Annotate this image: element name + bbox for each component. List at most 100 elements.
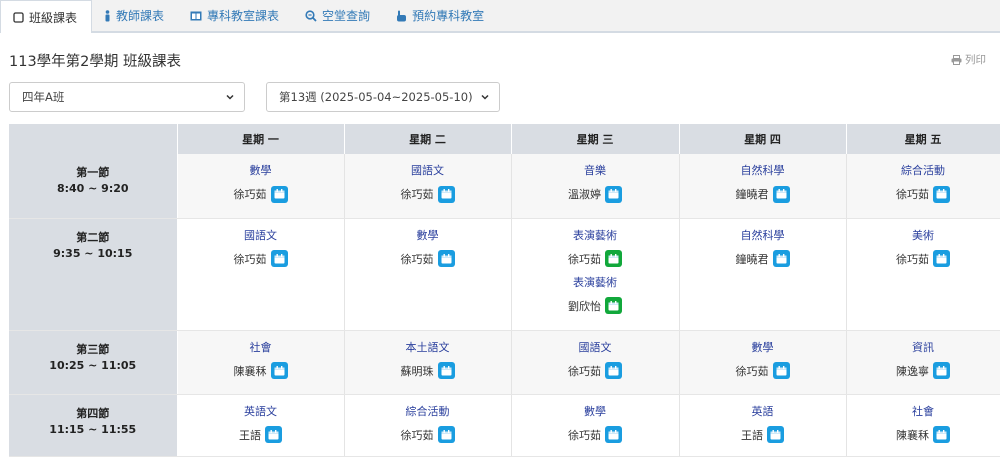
timetable-cell: 美術 徐巧茹 <box>846 218 1000 331</box>
subject-name: 數學 <box>416 228 439 242</box>
calendar-icon[interactable] <box>437 362 455 379</box>
teacher-name: 溫淑婷 <box>568 188 601 201</box>
subject-name: 綜合活動 <box>901 164 945 177</box>
tab-teacher-timetable[interactable]: 教師課表 <box>92 0 178 31</box>
teacher-name: 徐巧茹 <box>735 364 769 378</box>
tab-label: 專科教室課表 <box>207 9 280 23</box>
teacher-name: 徐巧茹 <box>400 428 434 442</box>
teacher-name: 徐巧茹 <box>568 428 601 442</box>
calendar-icon[interactable] <box>767 426 784 443</box>
calendar-icon[interactable] <box>265 426 282 443</box>
course-block: 美術 徐巧茹 <box>847 219 1000 268</box>
teacher-name: 陳逸寧 <box>896 364 929 378</box>
teacher-line: 徐巧茹 <box>345 426 511 444</box>
period-name: 第二節 <box>76 230 110 244</box>
teacher-line: 徐巧茹 <box>178 250 344 268</box>
calendar-glyph <box>608 429 619 439</box>
period-row: 第一節 8:40 ~ 9:20 數學 徐巧茹 國語文 徐巧茹 音樂 溫淑婷 自然科學 鐘曉君 綜合活… <box>9 154 1000 219</box>
week-select[interactable]: 第13週 (2025-05-04~2025-05-10) <box>266 82 500 112</box>
subject-name: 音樂 <box>584 164 606 177</box>
timetable-header-row: 星期 一 星期 二 星期 三 星期 四 星期 五 <box>9 124 1000 154</box>
day-header: 星期 一 <box>177 124 345 154</box>
day-header: 星期 五 <box>846 124 1000 154</box>
calendar-icon[interactable] <box>933 362 950 379</box>
teacher-line: 溫淑婷 <box>512 185 679 203</box>
course-block: 國語文 徐巧茹 <box>178 219 344 268</box>
calendar-icon[interactable] <box>772 185 790 203</box>
print-button[interactable]: 列印 <box>951 52 986 67</box>
zoom-icon <box>305 9 317 22</box>
course-block: 英語 王語 <box>680 395 846 444</box>
calendar-icon[interactable] <box>437 426 455 443</box>
calendar-icon[interactable] <box>437 250 455 267</box>
calendar-icon[interactable] <box>605 362 622 379</box>
period-cell: 第四節 11:15 ~ 11:55 <box>9 394 178 457</box>
timetable-cell: 音樂溫淑婷 <box>511 154 680 219</box>
course-block: 表演藝術 徐巧茹 表演藝術 劉欣怡 <box>512 219 679 315</box>
calendar-icon[interactable] <box>270 362 288 379</box>
calendar-glyph <box>441 365 451 375</box>
subject-name: 國語文 <box>244 228 277 242</box>
print-label: 列印 <box>965 54 986 66</box>
course-block: 社會 陳襄秝 <box>847 395 1000 444</box>
tab-book-classroom[interactable]: 預約專科教室 <box>384 0 498 31</box>
timetable-cell: 自然科學 鐘曉君 <box>679 218 847 331</box>
teacher-name: 王語 <box>239 428 261 442</box>
subject-name: 英語 <box>751 404 774 418</box>
calendar-glyph <box>608 365 619 375</box>
calendar-icon[interactable] <box>605 426 622 443</box>
tab-class-timetable[interactable]: 班級課表 <box>0 0 93 33</box>
timetable-cell: 資訊 陳逸寧 <box>846 330 1000 395</box>
timetable-cell: 國語文 徐巧茹 <box>177 218 345 331</box>
subject-name: 自然科學 <box>740 228 785 242</box>
person-icon <box>105 9 110 21</box>
teacher-line: 劉欣怡 <box>512 297 679 315</box>
teacher-name: 徐巧茹 <box>400 188 434 201</box>
calendar-glyph <box>608 300 619 310</box>
calendar-icon[interactable] <box>605 297 622 314</box>
teacher-line: 鐘曉君 <box>680 250 846 268</box>
calendar-icon[interactable] <box>605 185 622 203</box>
calendar-icon[interactable] <box>772 362 790 379</box>
calendar-icon[interactable] <box>933 250 950 267</box>
calendar-icon[interactable] <box>772 250 790 267</box>
subject-name: 國語文 <box>411 164 444 177</box>
tab-classroom-timetable[interactable]: 專科教室課表 <box>178 0 293 31</box>
teacher-line: 徐巧茹 <box>512 250 679 268</box>
timetable-cell: 數學 徐巧茹 <box>177 154 345 219</box>
course-block: 綜合活動 徐巧茹 <box>847 154 1000 203</box>
page-header: 113學年第2學期 班級課表 列印 <box>0 33 1000 79</box>
subject-name: 數學 <box>584 404 606 418</box>
period-row: 第三節 10:25 ~ 11:05 社會 陳襄秝 本土語文 蘇明珠 國語文 徐巧茹 數學 徐巧茹資… <box>9 330 1000 395</box>
day-header: 星期 三 <box>511 124 680 154</box>
timetable-cell: 綜合活動 徐巧茹 <box>846 154 1000 219</box>
period-name: 第三節 <box>76 342 110 356</box>
subject-name: 本土語文 <box>405 340 450 354</box>
teacher-line: 陳襄秝 <box>178 362 344 380</box>
teacher-name: 蘇明珠 <box>400 364 434 378</box>
calendar-icon[interactable] <box>270 250 288 267</box>
teacher-line: 徐巧茹 <box>847 250 1000 268</box>
timetable-cell: 數學徐巧茹 <box>511 394 680 457</box>
period-cell: 第三節 10:25 ~ 11:05 <box>9 330 178 395</box>
subject-name: 英語文 <box>244 404 277 418</box>
teacher-line: 徐巧茹 <box>178 185 344 203</box>
calendar-icon[interactable] <box>270 185 288 203</box>
timetable-cell: 數學 徐巧茹 <box>344 218 512 331</box>
period-cell: 第二節 9:35 ~ 10:15 <box>9 218 178 331</box>
subject-name: 國語文 <box>578 340 612 354</box>
tab-free-room-search[interactable]: 空堂查詢 <box>293 0 384 31</box>
printer-icon <box>951 54 962 65</box>
class-select[interactable]: 四年A班 <box>9 82 245 112</box>
calendar-icon[interactable] <box>933 426 950 443</box>
calendar-icon[interactable] <box>605 250 622 267</box>
subject-name: 表演藝術 <box>573 275 617 289</box>
course-block: 數學 徐巧茹 <box>178 154 344 203</box>
calendar-icon[interactable] <box>437 185 455 203</box>
teacher-name: 劉欣怡 <box>568 299 601 313</box>
subject-name: 美術 <box>912 228 934 242</box>
teacher-line: 徐巧茹 <box>345 185 511 203</box>
calendar-icon[interactable] <box>933 185 950 203</box>
columns-icon <box>190 11 202 20</box>
timetable-cell: 綜合活動 徐巧茹 <box>344 394 512 457</box>
